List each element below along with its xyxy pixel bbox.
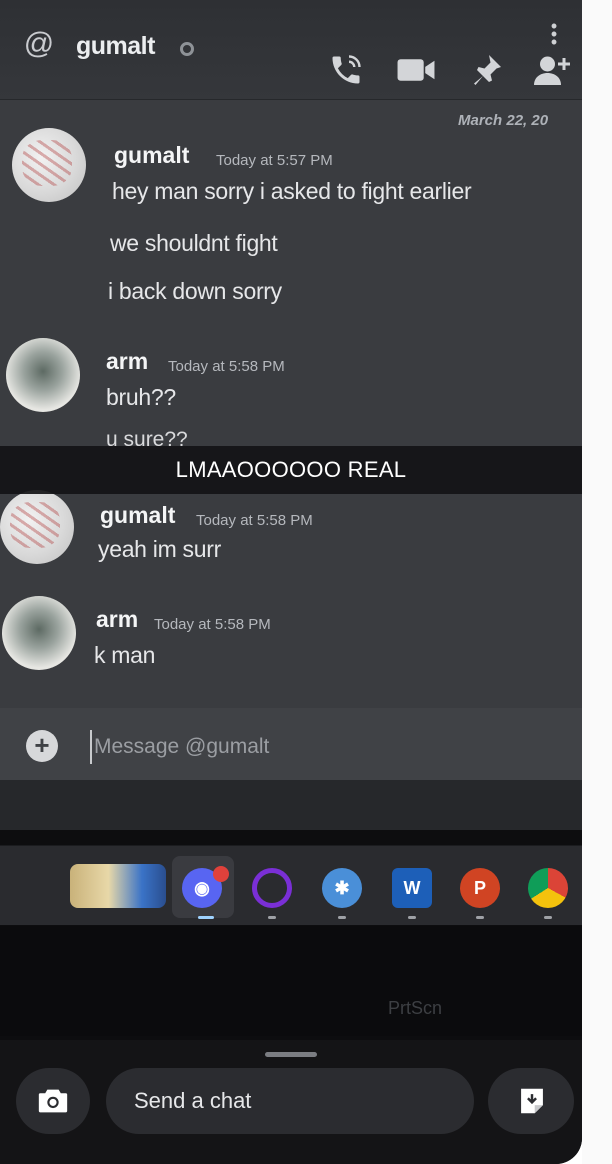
message-timestamp: Today at 5:58 PM — [168, 358, 285, 375]
sticker-button[interactable] — [488, 1068, 574, 1134]
message-text: hey man sorry i asked to fight earlier — [112, 178, 472, 204]
message-author[interactable]: gumalt — [114, 142, 189, 169]
opera-app-icon[interactable] — [252, 868, 292, 908]
snap-caption: LMAAOOOOOO REAL — [0, 446, 582, 494]
message-timestamp: Today at 5:57 PM — [216, 152, 333, 169]
avatar[interactable] — [0, 490, 74, 564]
running-indicator — [338, 916, 346, 919]
message-text: i back down sorry — [108, 278, 282, 304]
avatar[interactable] — [2, 596, 76, 670]
chat-messages[interactable]: March 22, 20 gumalt Today at 5:57 PM hey… — [0, 100, 582, 710]
running-indicator — [476, 916, 484, 919]
message-text: k man — [94, 642, 156, 668]
sticker-icon — [521, 1088, 543, 1114]
avatar[interactable] — [6, 338, 80, 412]
notification-badge — [213, 866, 229, 882]
call-icon[interactable] — [326, 52, 366, 96]
plus-icon[interactable]: + — [26, 730, 58, 762]
settings-app-icon[interactable]: ✱ — [322, 868, 362, 908]
taskbar: ◉ ✱ W P — [0, 845, 582, 925]
add-friend-icon[interactable] — [532, 52, 572, 96]
pin-icon[interactable] — [466, 52, 506, 96]
message-bar: + — [0, 708, 582, 780]
message-author[interactable]: gumalt — [100, 502, 175, 529]
at-icon: @ — [23, 27, 55, 60]
message-text: yeah im surr — [98, 536, 221, 562]
message-text: we shouldnt fight — [110, 230, 278, 256]
message-timestamp: Today at 5:58 PM — [196, 512, 313, 529]
running-indicator — [544, 916, 552, 919]
more-icon[interactable]: • • • — [549, 17, 559, 51]
chrome-app-icon[interactable] — [528, 868, 568, 908]
avatar[interactable] — [12, 128, 86, 202]
word-app-icon[interactable]: W — [392, 868, 432, 908]
message-author[interactable]: arm — [96, 606, 138, 633]
drag-handle[interactable] — [265, 1052, 317, 1057]
discord-dm-header: @ gumalt • • • — [0, 0, 582, 100]
screenshot-margin — [582, 0, 612, 1164]
date-divider: March 22, 20 — [458, 112, 549, 129]
video-icon[interactable] — [396, 52, 436, 96]
window-bottom — [0, 780, 582, 830]
weather-widget[interactable] — [70, 864, 166, 908]
dm-recipient-name[interactable]: gumalt — [76, 32, 155, 61]
send-chat-input[interactable] — [106, 1068, 474, 1134]
message-input[interactable] — [90, 730, 560, 764]
running-indicator — [198, 916, 214, 919]
powerpoint-app-icon[interactable]: P — [460, 868, 500, 908]
message-author[interactable]: arm — [106, 348, 148, 375]
running-indicator — [268, 916, 276, 919]
phone-screen: @ gumalt • • • March 22, 20 gumalt Today a… — [0, 0, 582, 1164]
message-text: bruh?? — [106, 384, 176, 410]
running-indicator — [408, 916, 416, 919]
camera-icon — [38, 1089, 68, 1113]
camera-button[interactable] — [16, 1068, 90, 1134]
keyboard-key-label: PrtScn — [388, 998, 443, 1018]
status-offline-icon — [180, 42, 194, 56]
message-timestamp: Today at 5:58 PM — [154, 616, 271, 633]
laptop-keyboard: PrtScn — [0, 926, 582, 1036]
